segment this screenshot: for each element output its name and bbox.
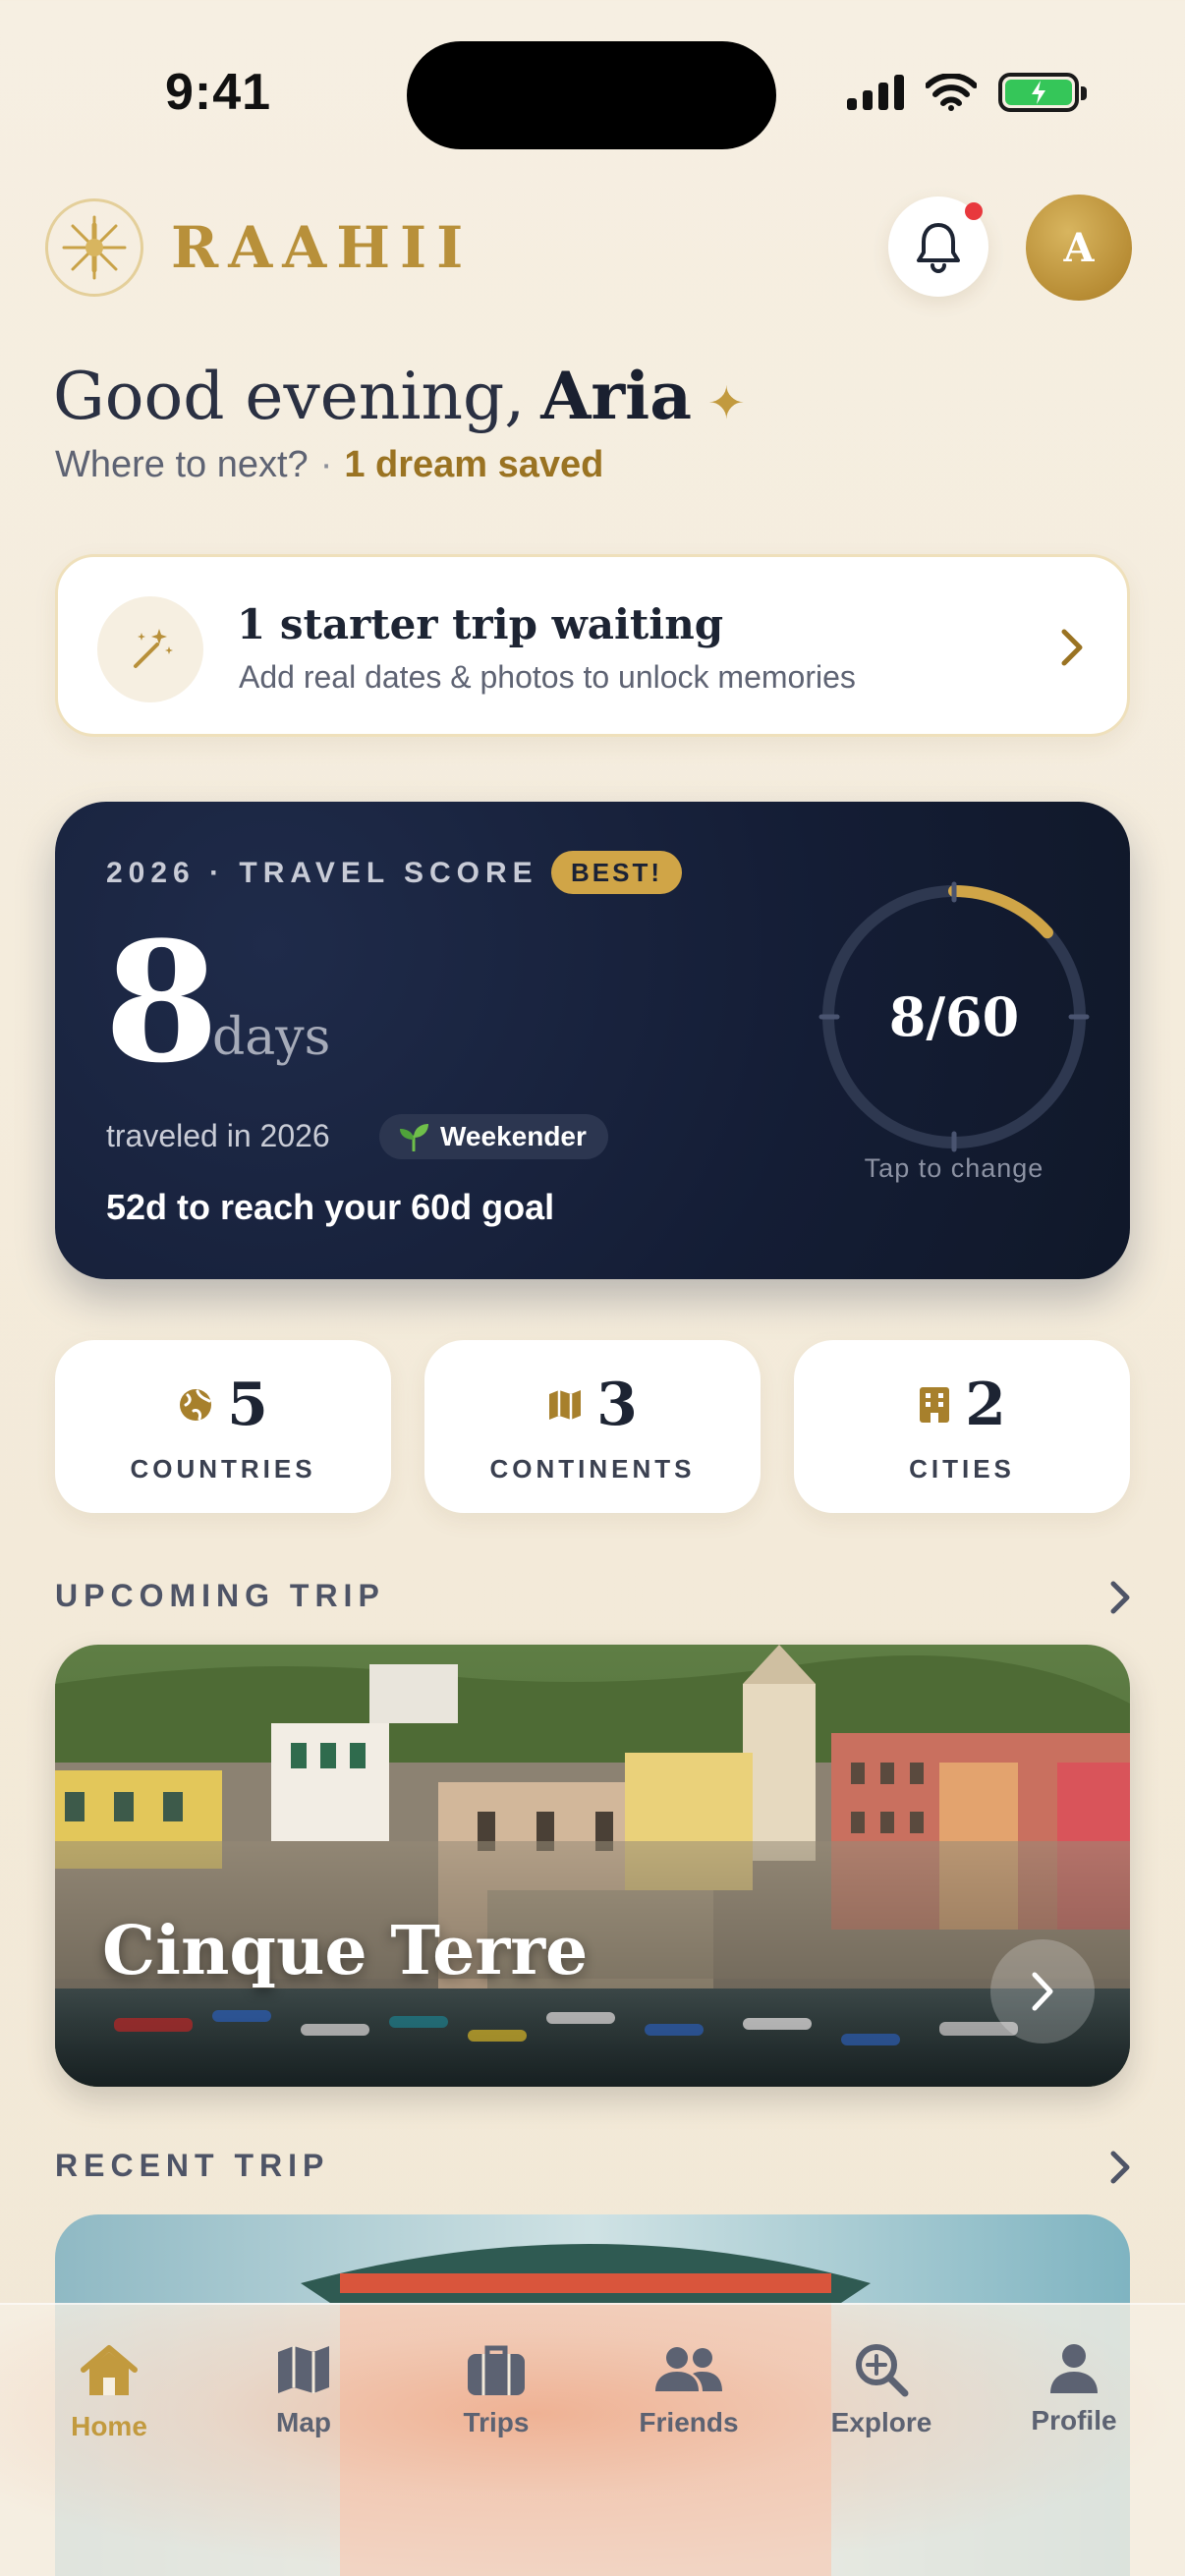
days-count: 8 — [104, 905, 219, 1099]
building-icon — [920, 1387, 950, 1423]
countries-count: 5 — [227, 1371, 268, 1439]
tap-to-change-label: Tap to change — [864, 1153, 1044, 1183]
map-icon — [278, 2346, 329, 2393]
friends-icon — [655, 2347, 722, 2391]
globe-icon — [180, 1389, 212, 1421]
tab-profile-label: Profile — [1031, 2405, 1117, 2436]
tab-friends-label: Friends — [639, 2407, 739, 2437]
tab-friends[interactable]: Friends — [605, 2342, 772, 2460]
tier-label: Weekender — [440, 1121, 587, 1151]
countries-label: COUNTRIES — [130, 1454, 316, 1484]
home-icon — [81, 2345, 138, 2395]
bell-icon — [917, 223, 960, 273]
sparkle-icon: ✦ — [707, 376, 746, 429]
sprout-icon — [400, 1124, 428, 1151]
starter-trip-subtitle: Add real dates & photos to unlock memori… — [239, 659, 856, 695]
goal-ring[interactable]: 8/60 — [816, 878, 1093, 1155]
greeting-name: Aria — [540, 358, 693, 434]
dream-saved-link[interactable]: 1 dream saved — [344, 444, 603, 485]
recent-chevron-right-icon[interactable] — [1104, 2146, 1136, 2189]
upcoming-trip-title: Cinque Terre — [102, 1912, 589, 1990]
notifications-button[interactable] — [888, 196, 988, 297]
tab-explore-label: Explore — [830, 2407, 932, 2437]
tab-explore[interactable]: Explore — [798, 2342, 965, 2460]
suitcase-icon — [468, 2345, 525, 2395]
explore-icon — [856, 2344, 909, 2397]
cities-count: 2 — [965, 1371, 1006, 1439]
best-badge: BEST! — [551, 851, 682, 894]
goal-ring-value: 8/60 — [888, 985, 1020, 1048]
chevron-right-icon — [1032, 1972, 1053, 2011]
tab-home-label: Home — [71, 2411, 147, 2441]
status-time: 9:41 — [165, 64, 272, 121]
travel-score-label: 2026 · TRAVEL SCORE — [106, 857, 538, 889]
greeting-subline: Where to next? · 1 dream saved — [55, 444, 603, 486]
logo-icon — [45, 198, 143, 297]
tab-map[interactable]: Map — [220, 2342, 387, 2460]
wifi-icon — [926, 74, 977, 111]
status-icons — [847, 73, 1087, 112]
avatar[interactable]: A — [1026, 195, 1132, 301]
open-trip-button[interactable] — [990, 1939, 1095, 2044]
continents-count: 3 — [596, 1371, 638, 1439]
chevron-right-icon — [1061, 629, 1083, 666]
tab-trips-label: Trips — [463, 2407, 530, 2437]
stat-cities-card[interactable]: 2 CITIES — [794, 1340, 1130, 1513]
greeting-heading: Good evening, Aria ✦ — [53, 358, 746, 434]
separator-dot: · — [319, 444, 333, 485]
greeting-salutation: Good evening, — [53, 359, 526, 434]
goal-text: 52d to reach your 60d goal — [106, 1187, 555, 1227]
magic-wand-icon — [97, 596, 203, 702]
status-bar: 9:41 — [0, 0, 1185, 187]
continents-label: CONTINENTS — [489, 1454, 696, 1484]
tab-bar: Home Map Trips Friends Explore Profile — [0, 2303, 1185, 2576]
days-unit: days — [212, 1008, 331, 1067]
upcoming-chevron-right-icon[interactable] — [1104, 1576, 1136, 1619]
starter-trip-title: 1 starter trip waiting — [237, 600, 724, 648]
cities-label: CITIES — [909, 1454, 1015, 1484]
battery-icon — [998, 73, 1087, 112]
where-next-text: Where to next? — [55, 444, 309, 485]
traveled-text: traveled in 2026 — [106, 1118, 330, 1153]
tab-profile[interactable]: Profile — [990, 2342, 1157, 2460]
stat-continents-card[interactable]: 3 CONTINENTS — [424, 1340, 761, 1513]
tab-trips[interactable]: Trips — [413, 2342, 580, 2460]
tab-home[interactable]: Home — [26, 2342, 193, 2460]
cellular-signal-icon — [847, 75, 904, 110]
notification-dot — [965, 202, 983, 220]
trip-cover-image — [55, 1645, 1130, 2087]
brand-name: RAAHII — [171, 214, 474, 281]
recent-trip-heading: RECENT TRIP — [55, 2148, 330, 2183]
dynamic-island — [407, 41, 776, 149]
map-icon — [549, 1390, 582, 1420]
travel-score-card[interactable]: 2026 · TRAVEL SCORE BEST! 8 days travele… — [55, 802, 1130, 1279]
upcoming-trip-heading: UPCOMING TRIP — [55, 1578, 385, 1613]
upcoming-trip-card[interactable]: Cinque Terre — [55, 1645, 1130, 2087]
starter-trip-card[interactable]: 1 starter trip waiting Add real dates & … — [55, 554, 1130, 737]
tab-map-label: Map — [276, 2407, 331, 2437]
stat-countries-card[interactable]: 5 COUNTRIES — [55, 1340, 391, 1513]
tier-badge: Weekender — [379, 1114, 608, 1159]
profile-icon — [1050, 2344, 1098, 2393]
